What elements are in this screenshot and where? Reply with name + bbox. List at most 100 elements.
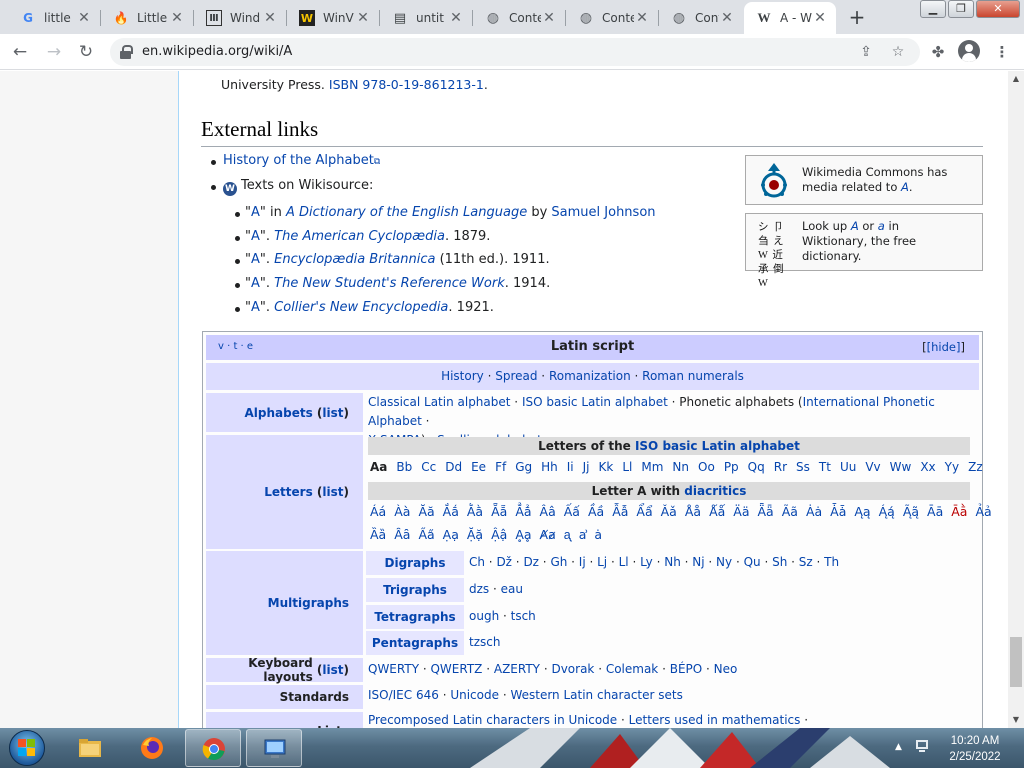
scroll-down-arrow-icon[interactable]: ▼ xyxy=(1008,712,1024,728)
diacritic-letter[interactable]: Ǡǡ xyxy=(830,504,846,519)
tab-active[interactable]: W A - W ✕ xyxy=(744,2,836,34)
tetragraph-link[interactable]: ough xyxy=(469,609,499,623)
close-tab-icon[interactable]: ✕ xyxy=(448,10,464,26)
alphabets-link[interactable]: Alphabets xyxy=(244,406,312,420)
a-link[interactable]: A xyxy=(251,205,260,220)
diacritic-letter[interactable]: Ẫẫ xyxy=(612,504,628,519)
close-tab-icon[interactable]: ✕ xyxy=(169,10,185,26)
digraph-link[interactable]: Sh xyxy=(772,555,787,569)
diacritic-letter[interactable]: Ȁȁ xyxy=(370,527,386,542)
wiktionary-A-link[interactable]: A xyxy=(851,219,859,233)
trigraph-link[interactable]: dzs xyxy=(469,582,489,596)
diacritic-letter[interactable]: A̋a̋ xyxy=(418,527,434,542)
trigraphs-link[interactable]: Trigraphs xyxy=(383,583,447,597)
tab-6[interactable]: ◍ Conte ✕ xyxy=(566,2,658,34)
keyboard-link[interactable]: Colemak xyxy=(606,662,658,676)
tab-1[interactable]: 🔥 Little ✕ xyxy=(101,2,193,34)
romanization-link[interactable]: Romanization xyxy=(549,369,631,383)
letter-ll[interactable]: Ll xyxy=(622,460,632,474)
a-link[interactable]: A xyxy=(251,300,260,315)
new-tab-button[interactable]: + xyxy=(846,6,868,28)
letter-tt[interactable]: Tt xyxy=(819,460,831,474)
diacritic-letter[interactable]: Ą́ą́ xyxy=(879,504,895,519)
standard-link[interactable]: Unicode xyxy=(450,688,499,702)
letter-xx[interactable]: Xx xyxy=(920,460,935,474)
roman-numerals-link[interactable]: Roman numerals xyxy=(642,369,744,383)
digraph-link[interactable]: Lj xyxy=(597,555,607,569)
digraph-link[interactable]: Ly xyxy=(640,555,653,569)
forward-arrow-icon[interactable]: → xyxy=(42,40,66,64)
letter-cc[interactable]: Cc xyxy=(421,460,436,474)
diacritic-letter[interactable]: Ą̃ą̃ xyxy=(903,504,919,519)
url-text[interactable]: en.wikipedia.org/wiki/A xyxy=(142,44,292,59)
tab-4[interactable]: ▤ untit ✕ xyxy=(380,2,472,34)
taskbar-clock[interactable]: 10:20 AM 2/25/2022 xyxy=(940,733,1010,765)
diacritic-letter[interactable]: Áá xyxy=(370,504,386,519)
tab-3[interactable]: W WinV ✕ xyxy=(287,2,379,34)
hide-link[interactable]: [hide] xyxy=(927,340,961,354)
letter-oo[interactable]: Oo xyxy=(698,460,715,474)
letter-nn[interactable]: Nn xyxy=(672,460,689,474)
taskbar-firefox[interactable] xyxy=(124,729,180,767)
letter-bb[interactable]: Bb xyxy=(396,460,412,474)
list-link[interactable]: Precomposed Latin characters in Unicode xyxy=(368,713,617,727)
diacritic-letter[interactable]: Ⱥⱥ xyxy=(540,527,556,542)
letter-mm[interactable]: Mm xyxy=(641,460,663,474)
network-icon[interactable] xyxy=(914,738,930,754)
letter-dd[interactable]: Dd xyxy=(445,460,462,474)
a-link[interactable]: A xyxy=(251,229,260,244)
show-hidden-icons-icon[interactable]: ▲ xyxy=(895,742,902,752)
letter-pp[interactable]: Pp xyxy=(724,460,739,474)
diacritic-letter[interactable]: Ā̀ā̀ xyxy=(951,504,967,519)
share-icon[interactable]: ⇪ xyxy=(856,42,876,62)
pentagraph-link[interactable]: tzsch xyxy=(469,635,500,649)
diacritic-letter[interactable]: Ȃȃ xyxy=(394,527,410,542)
digraph-link[interactable]: Nh xyxy=(664,555,681,569)
keyboard-link[interactable]: Neo xyxy=(714,662,738,676)
letter-qq[interactable]: Qq xyxy=(748,460,765,474)
keyboard-link[interactable]: AZERTY xyxy=(494,662,540,676)
pentagraphs-link[interactable]: Pentagraphs xyxy=(372,636,458,650)
iso-basic-latin-header-link[interactable]: ISO basic Latin alphabet xyxy=(635,439,800,453)
digraph-link[interactable]: Ll xyxy=(619,555,629,569)
tetragraphs-link[interactable]: Tetragraphs xyxy=(374,610,455,624)
wiktionary-a-link[interactable]: a xyxy=(878,219,885,233)
isbn-link[interactable]: ISBN 978-0-19-861213-1 xyxy=(329,77,484,92)
letter-hh[interactable]: Hh xyxy=(541,460,558,474)
diacritic-letter[interactable]: Āā xyxy=(927,504,943,519)
letter-vv[interactable]: Vv xyxy=(865,460,880,474)
diacritic-letter[interactable]: Ää xyxy=(733,504,749,519)
diacritic-letter[interactable]: Ấấ xyxy=(564,504,580,519)
letter-aa[interactable]: Aa xyxy=(370,460,387,474)
close-tab-icon[interactable]: ✕ xyxy=(541,10,557,26)
reload-icon[interactable]: ↻ xyxy=(74,40,98,64)
letter-ss[interactable]: Ss xyxy=(796,460,810,474)
history-link[interactable]: History xyxy=(441,369,484,383)
close-tab-icon[interactable]: ✕ xyxy=(812,10,828,26)
start-button[interactable] xyxy=(2,729,52,767)
diacritic-letter[interactable]: Ăă xyxy=(418,504,434,519)
tetragraph-link[interactable]: tsch xyxy=(511,609,536,623)
digraph-link[interactable]: Th xyxy=(824,555,839,569)
restore-button[interactable]: ❐ xyxy=(948,0,974,18)
diacritic-letter[interactable]: Ảả xyxy=(975,504,991,519)
close-tab-icon[interactable]: ✕ xyxy=(262,10,278,26)
diacritic-letter[interactable]: Ạạ xyxy=(443,527,459,542)
spread-link[interactable]: Spread xyxy=(495,369,537,383)
digraph-link[interactable]: Qu xyxy=(744,555,761,569)
close-tab-icon[interactable]: ✕ xyxy=(76,10,92,26)
standard-link[interactable]: Western Latin character sets xyxy=(510,688,682,702)
letter-uu[interactable]: Uu xyxy=(840,460,856,474)
page-scrollbar[interactable]: ▲ ▼ xyxy=(1008,71,1024,728)
close-window-button[interactable]: ✕ xyxy=(976,0,1020,18)
letter-kk[interactable]: Kk xyxy=(599,460,614,474)
bookmark-star-icon[interactable]: ☆ xyxy=(888,42,908,62)
hide-toggle[interactable]: [[hide]] xyxy=(922,340,965,354)
diacritic-letter[interactable]: ẚ xyxy=(579,527,587,542)
close-tab-icon[interactable]: ✕ xyxy=(634,10,650,26)
diacritic-letter[interactable]: Ǟǟ xyxy=(758,504,774,519)
keyboard-list-link[interactable]: list xyxy=(322,663,343,677)
digraph-link[interactable]: Nj xyxy=(692,555,704,569)
new-student-reference-link[interactable]: The New Student's Reference Work xyxy=(274,276,505,291)
colliers-link[interactable]: Collier's New Encyclopedia xyxy=(274,300,448,315)
